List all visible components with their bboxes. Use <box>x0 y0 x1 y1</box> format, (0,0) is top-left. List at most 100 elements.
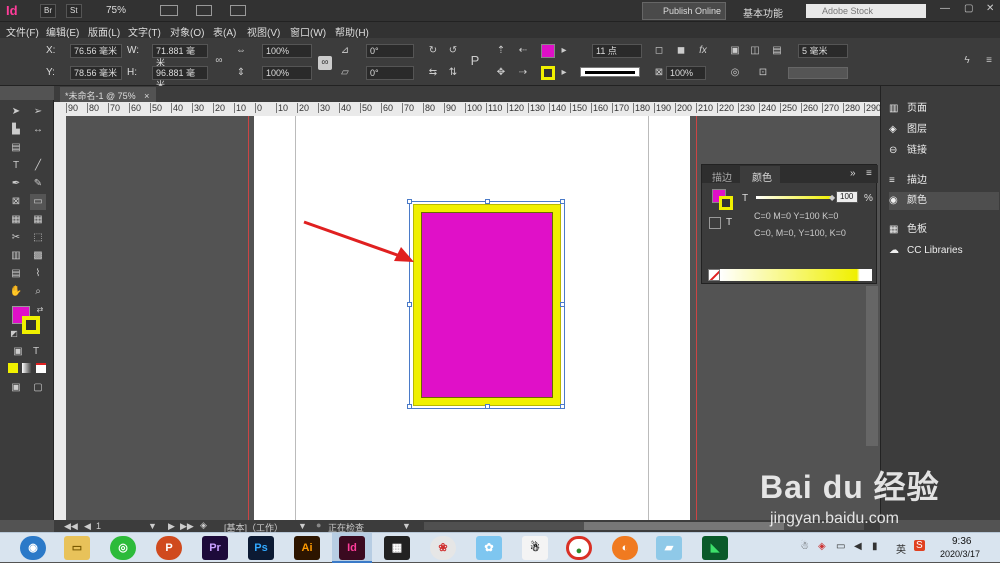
grid-tool-icon[interactable]: ▦ <box>30 212 46 228</box>
indesign-icon[interactable]: Id <box>339 536 365 560</box>
formatting-text-icon[interactable]: T <box>28 344 44 360</box>
bridge-button[interactable]: Br <box>40 4 56 18</box>
view-options-icon[interactable] <box>160 5 178 16</box>
none-swatch[interactable] <box>708 269 720 281</box>
close-icon[interactable]: ✕ <box>986 3 994 14</box>
tint-field[interactable]: 100 <box>836 191 858 203</box>
horizontal-ruler[interactable]: 90 80 70 60 50 40 30 20 10 0 10 20 30 40 50 60 70 80 90 100… <box>64 102 880 116</box>
arrange-icon[interactable] <box>230 5 246 16</box>
gradient-feather-tool-icon[interactable]: ▩ <box>30 248 46 264</box>
stroke-panel-button[interactable]: ≡ 描边 <box>889 172 999 190</box>
color-ramp[interactable] <box>720 269 872 281</box>
auto-fit-icon[interactable]: ◎ <box>728 66 742 80</box>
gap-tool-icon[interactable]: ↔ <box>30 122 46 138</box>
fill-dropdown-icon[interactable]: ▸ <box>557 44 571 58</box>
menu-type[interactable]: 文字(T) <box>128 24 161 39</box>
line-tool-icon[interactable]: ╱ <box>30 158 46 174</box>
menu-view[interactable]: 视图(V) <box>247 24 280 39</box>
stroke-type-select[interactable] <box>580 67 640 77</box>
color-panel-menu-icon[interactable]: ≡ <box>866 168 872 179</box>
selection-handle[interactable] <box>560 302 565 307</box>
preview-mode-icon[interactable]: ▢ <box>30 380 46 396</box>
panel-menu-icon[interactable]: ≡ <box>982 54 996 68</box>
browser-app-icon[interactable]: ◉ <box>20 536 46 560</box>
content-collector-icon[interactable]: ▤ <box>8 140 24 156</box>
default-colors-icon[interactable]: ◩ <box>6 326 22 342</box>
color-stroke-swatch[interactable] <box>719 196 733 210</box>
type-tool-icon[interactable]: T <box>8 158 24 174</box>
height-field[interactable]: 96.881 毫米 <box>152 66 208 90</box>
stock-search-input[interactable]: Adobe Stock <box>806 4 926 18</box>
frame-fitting-icon[interactable]: ⊡ <box>756 66 770 80</box>
cc-libraries-panel-button[interactable]: ☁ CC Libraries <box>889 242 999 260</box>
prev-page-icon[interactable]: ◀ <box>84 521 91 532</box>
stroke-dropdown-icon[interactable]: ▸ <box>557 66 571 80</box>
object-style-select[interactable] <box>788 67 848 79</box>
tray-sogou-icon[interactable]: S <box>914 540 925 551</box>
tray-battery-icon[interactable]: ▮ <box>872 541 878 552</box>
firefox-icon[interactable]: ◐ <box>612 536 638 560</box>
collapse-panel-icon[interactable]: » <box>850 168 856 179</box>
qq-icon[interactable]: ☃ <box>522 536 548 560</box>
selection-handle[interactable] <box>407 302 412 307</box>
select-content-icon[interactable]: ✥ <box>494 66 508 80</box>
profile-dropdown-icon[interactable]: ▼ <box>298 521 307 531</box>
tab-close-icon[interactable]: × <box>144 91 149 101</box>
normal-view-icon[interactable]: ▣ <box>8 380 24 396</box>
selection-handle[interactable] <box>485 404 490 409</box>
clock-time[interactable]: 9:36 <box>952 536 971 547</box>
zoom-select[interactable]: 75% <box>106 5 126 16</box>
stroke-color-swatch[interactable] <box>22 316 40 334</box>
apply-gradient-icon[interactable] <box>22 363 32 373</box>
menu-layout[interactable]: 版面(L) <box>88 24 120 39</box>
table-tool-icon[interactable]: ▦ <box>8 212 24 228</box>
screen-mode-icon[interactable] <box>196 5 212 16</box>
corner-options-icon[interactable]: ◻ <box>652 44 666 58</box>
rectangle-tool-icon[interactable]: ▭ <box>30 194 46 210</box>
x-field[interactable]: 76.56 毫米 <box>70 44 122 58</box>
video-editor-icon[interactable]: ▦ <box>384 536 410 560</box>
tint-slider-handle[interactable]: ◆ <box>829 193 835 202</box>
stroke-weight-field[interactable]: 11 点 <box>592 44 642 58</box>
scissors-tool-icon[interactable]: ✂ <box>8 230 24 246</box>
page-number-field[interactable]: 1 <box>96 521 101 531</box>
pen-tool-icon[interactable]: ✒ <box>8 176 24 192</box>
first-page-icon[interactable]: ◀◀ <box>64 521 78 532</box>
wrap-jump-icon[interactable]: ▤ <box>770 44 784 58</box>
rotate-cw-icon[interactable]: ↻ <box>426 44 440 58</box>
tint-slider[interactable] <box>756 196 832 199</box>
offset-field[interactable]: 5 毫米 <box>798 44 848 58</box>
selection-handle[interactable] <box>560 404 565 409</box>
select-previous-icon[interactable]: ⇠ <box>516 44 530 58</box>
link-scale-icon[interactable]: ∞ <box>318 56 332 70</box>
direct-selection-tool-icon[interactable]: ➢ <box>30 104 46 120</box>
next-page-icon[interactable]: ▶ <box>168 521 175 532</box>
y-field[interactable]: 78.56 毫米 <box>70 66 122 80</box>
menu-edit[interactable]: 编辑(E) <box>46 24 79 39</box>
photoshop-icon[interactable]: Ps <box>248 536 274 560</box>
vertical-scrollbar[interactable] <box>866 286 878 446</box>
zoom-tool-icon[interactable]: ⌕ <box>30 284 46 300</box>
color-app-icon[interactable]: ❀ <box>430 536 456 560</box>
drop-shadow-icon[interactable]: ◼ <box>674 44 688 58</box>
stroke-tab[interactable]: 描边 <box>712 169 732 184</box>
tray-security-icon[interactable]: ◈ <box>818 541 826 552</box>
color-tab[interactable]: 颜色 <box>740 166 780 184</box>
rotate-ccw-icon[interactable]: ↺ <box>446 44 460 58</box>
page[interactable] <box>254 116 690 520</box>
width-field[interactable]: 71.881 毫米 <box>152 44 208 68</box>
flip-vertical-icon[interactable]: ⇅ <box>446 66 460 80</box>
swatches-panel-button[interactable]: ▦ 色板 <box>889 221 999 239</box>
publish-online-button[interactable]: Publish Online <box>642 2 726 20</box>
opacity-field[interactable]: 100% <box>666 66 706 80</box>
swap-colors-icon[interactable]: ⇄ <box>32 302 48 318</box>
selection-handle[interactable] <box>485 199 490 204</box>
rectangle-frame-tool-icon[interactable]: ⊠ <box>8 194 24 210</box>
stock-button[interactable]: St <box>66 4 82 18</box>
constrain-proportions-icon[interactable]: ∞ <box>212 54 226 68</box>
menu-object[interactable]: 对象(O) <box>170 24 204 39</box>
gradient-swatch-tool-icon[interactable]: ▥ <box>8 248 24 264</box>
chrome-icon[interactable]: ● <box>566 536 592 560</box>
vertical-ruler[interactable] <box>54 116 66 520</box>
scale-x-field[interactable]: 100% <box>262 44 312 58</box>
